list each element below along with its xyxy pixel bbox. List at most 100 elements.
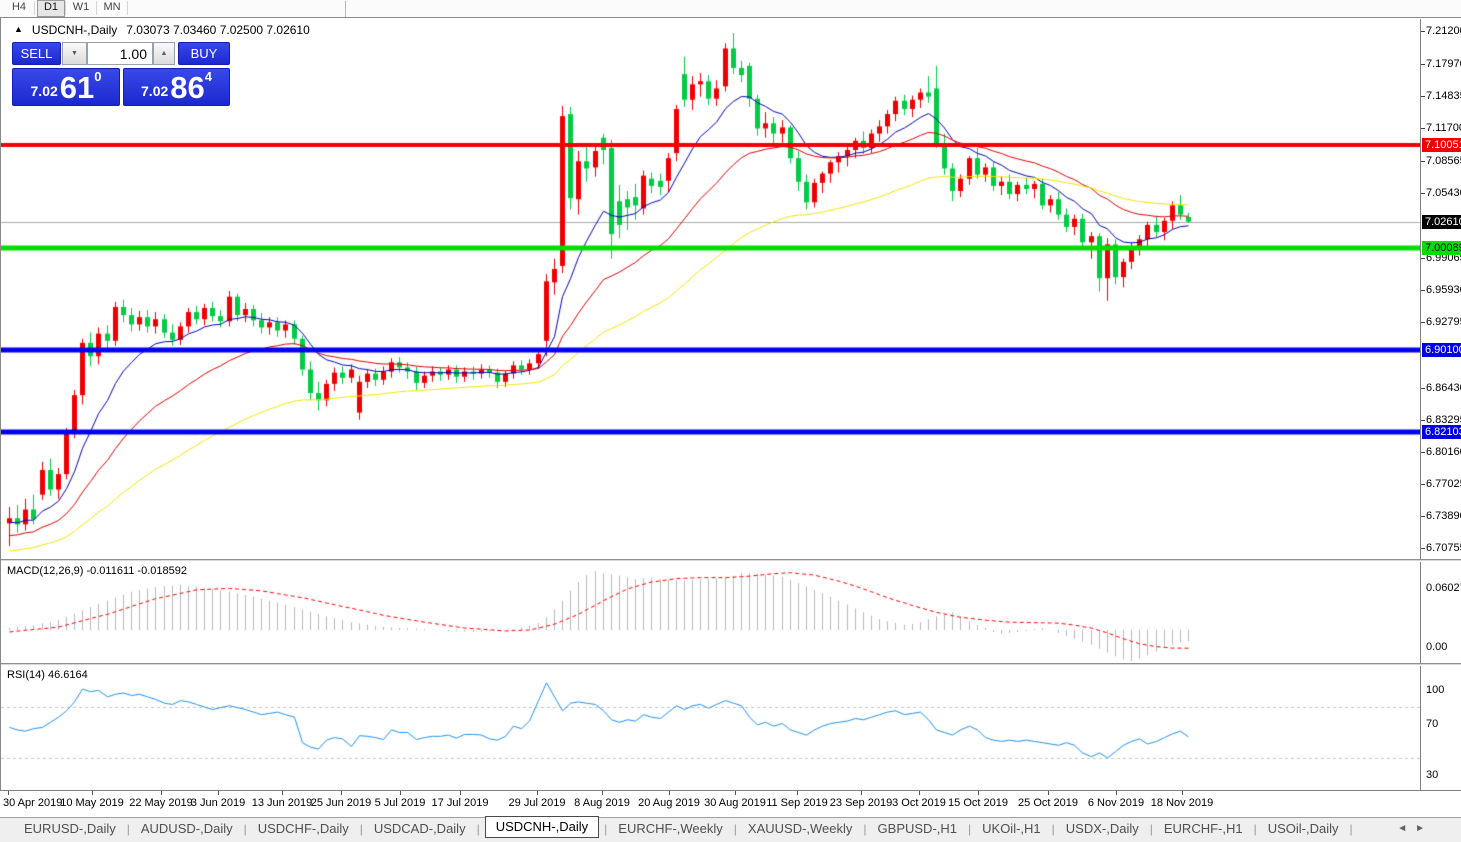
trading-platform-window: H4 D1 W1 MN ▲ USDCNH-,Daily 7.03073 7.03460… bbox=[0, 0, 1461, 842]
chevron-down-icon: ▼ bbox=[71, 50, 78, 57]
tab-separator: | bbox=[1149, 822, 1153, 836]
chart-tab-audusd-daily[interactable]: AUDUSD-,Daily bbox=[135, 818, 239, 840]
chevron-up-icon: ▲ bbox=[160, 50, 168, 57]
price-axis-label: 7.14835 bbox=[1426, 90, 1461, 102]
volume-input[interactable] bbox=[87, 42, 153, 65]
date-axis-label: 17 Jul 2019 bbox=[431, 797, 489, 809]
toolbar-separator bbox=[96, 1, 97, 15]
chart-tab-usdx-daily[interactable]: USDX-,Daily bbox=[1060, 818, 1145, 840]
date-tick bbox=[460, 791, 461, 795]
price-axis-label: 7.05430 bbox=[1426, 187, 1461, 199]
chart-tab-bar: EURUSD-,Daily | AUDUSD-,Daily | USDCHF-,Dail… bbox=[0, 816, 1461, 842]
tab-separator: | bbox=[1051, 822, 1055, 836]
macd-canvas[interactable] bbox=[1, 562, 1420, 663]
price-axis-label: 7.11700 bbox=[1426, 122, 1461, 134]
price-axis-label: 6.77025 bbox=[1426, 478, 1461, 490]
period-button-w1[interactable]: W1 bbox=[68, 0, 94, 15]
date-tick bbox=[161, 791, 162, 795]
chart-tab-usdchf-daily[interactable]: USDCHF-,Daily bbox=[252, 818, 355, 840]
buy-button[interactable]: BUY bbox=[178, 42, 230, 65]
price-axis-label: 7.08565 bbox=[1426, 155, 1461, 167]
buy-price-point: 4 bbox=[204, 69, 212, 84]
macd-panel: MACD(12,26,9) -0.011611 -0.018592 0.0602… bbox=[1, 562, 1461, 682]
chart-tab-eurusd-daily[interactable]: EURUSD-,Daily bbox=[18, 818, 122, 840]
date-axis-label: 30 Aug 2019 bbox=[704, 797, 766, 809]
price-tag: 7.10051 bbox=[1422, 138, 1461, 152]
price-tag: 7.00089 bbox=[1422, 241, 1461, 255]
chart-tab-usoil-daily[interactable]: USOil-,Daily bbox=[1262, 818, 1345, 840]
period-button-h4[interactable]: H4 bbox=[6, 0, 32, 15]
tab-separator: | bbox=[733, 822, 737, 836]
chart-symbol-period: USDCNH-,Daily bbox=[31, 23, 118, 37]
tab-separator: | bbox=[126, 822, 130, 836]
chart-tab-eurchf-h1[interactable]: EURCHF-,H1 bbox=[1158, 818, 1249, 840]
chart-tab-ukoil-h1[interactable]: UKOil-,H1 bbox=[976, 818, 1047, 840]
volume-decrease-button[interactable]: ▼ bbox=[62, 42, 87, 65]
axis-tick bbox=[1421, 128, 1425, 129]
scroll-right-icon[interactable]: ► bbox=[1415, 823, 1433, 834]
scroll-left-icon[interactable]: ◄ bbox=[1397, 823, 1415, 834]
price-axis-label: 7.21200 bbox=[1426, 25, 1461, 37]
axis-tick bbox=[1421, 290, 1425, 291]
buy-price-button[interactable]: 7.02 86 4 bbox=[123, 68, 230, 106]
rsi-canvas[interactable] bbox=[1, 666, 1420, 791]
date-axis-label: 15 Oct 2019 bbox=[948, 797, 1008, 809]
date-tick bbox=[537, 791, 538, 795]
toolbar-separator bbox=[34, 1, 35, 15]
volume-increase-button[interactable]: ▲ bbox=[153, 42, 175, 65]
period-toolbar: H4 D1 W1 MN bbox=[0, 0, 1461, 18]
period-button-d1[interactable]: D1 bbox=[37, 0, 65, 17]
tab-separator: | bbox=[604, 822, 608, 836]
collapse-triangle-icon[interactable]: ▲ bbox=[14, 24, 23, 37]
toolbar-separator bbox=[345, 1, 346, 18]
axis-tick bbox=[1421, 452, 1425, 453]
tab-separator: | bbox=[1253, 822, 1257, 836]
date-tick bbox=[92, 791, 93, 795]
date-tick bbox=[1048, 791, 1049, 795]
toolbar-separator bbox=[127, 1, 128, 15]
chart-tab-xauusd-weekly[interactable]: XAUUSD-,Weekly bbox=[742, 818, 859, 840]
rsi-label: RSI(14) 46.6164 bbox=[7, 669, 88, 681]
date-tick bbox=[218, 791, 219, 795]
chart-title: ▲ USDCNH-,Daily 7.03073 7.03460 7.02500 … bbox=[14, 23, 310, 37]
date-axis-label: 23 Sep 2019 bbox=[829, 797, 893, 809]
tab-separator: | bbox=[243, 822, 247, 836]
axis-tick bbox=[1421, 548, 1425, 549]
price-axis-label: 6.95930 bbox=[1426, 284, 1461, 296]
sell-price-button[interactable]: 7.02 61 0 bbox=[12, 68, 120, 106]
buy-price-prefix: 7.02 bbox=[141, 83, 169, 99]
chart-tab-usdcad-daily[interactable]: USDCAD-,Daily bbox=[368, 818, 472, 840]
sell-button[interactable]: SELL bbox=[12, 42, 61, 65]
sell-price-prefix: 7.02 bbox=[30, 83, 58, 99]
price-axis-label: 7.17970 bbox=[1426, 58, 1461, 70]
axis-tick bbox=[1421, 484, 1425, 485]
date-tick bbox=[282, 791, 283, 795]
macd-axis-label: 0.060273 bbox=[1426, 582, 1461, 594]
date-tick bbox=[1116, 791, 1117, 795]
chart-tab-eurchf-weekly[interactable]: EURCHF-,Weekly bbox=[612, 818, 729, 840]
tab-separator: | bbox=[1349, 822, 1353, 836]
tab-separator: | bbox=[476, 822, 480, 836]
date-tick bbox=[978, 791, 979, 795]
axis-tick bbox=[1421, 420, 1425, 421]
axis-tick bbox=[1421, 388, 1425, 389]
date-tick bbox=[669, 791, 670, 795]
date-axis-label: 25 Jun 2019 bbox=[310, 797, 372, 809]
price-axis-label: 6.92795 bbox=[1426, 316, 1461, 328]
rsi-axis-label: 70 bbox=[1426, 718, 1439, 730]
chart-tab-gbpusd-h1[interactable]: GBPUSD-,H1 bbox=[872, 818, 963, 840]
date-tick bbox=[1182, 791, 1183, 795]
axis-tick bbox=[1421, 516, 1425, 517]
price-tag: 6.82103 bbox=[1422, 425, 1461, 439]
price-axis-label: 6.70755 bbox=[1426, 542, 1461, 554]
tab-scroll-arrows[interactable]: ◄► bbox=[1397, 823, 1433, 834]
macd-label: MACD(12,26,9) -0.011611 -0.018592 bbox=[7, 565, 187, 577]
date-tick bbox=[919, 791, 920, 795]
sell-price-point: 0 bbox=[94, 69, 102, 84]
period-button-mn[interactable]: MN bbox=[99, 0, 125, 15]
chart-tab-usdcnh-daily[interactable]: USDCNH-,Daily bbox=[484, 816, 600, 838]
date-axis-label: 10 May 2019 bbox=[60, 797, 124, 809]
date-axis-label: 30 Apr 2019 bbox=[3, 797, 63, 809]
date-axis: 30 Apr 2019 10 May 2019 22 May 2019 3 Jun 2… bbox=[0, 790, 1461, 817]
rsi-axis-label: 100 bbox=[1426, 684, 1445, 696]
